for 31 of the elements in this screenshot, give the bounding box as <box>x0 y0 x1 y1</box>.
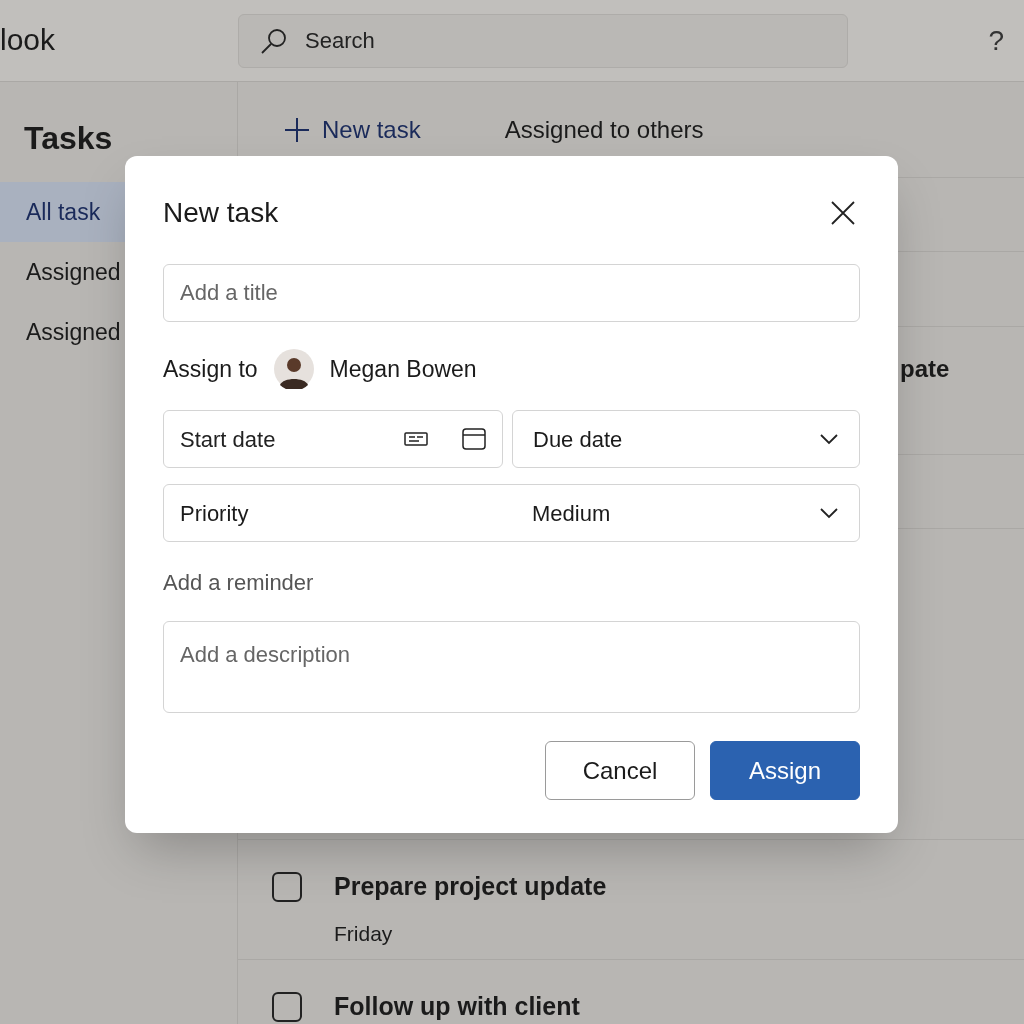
assigned-to-others-tab[interactable]: Assigned to others <box>504 111 704 148</box>
chevron-down-icon <box>819 433 839 445</box>
priority-dropdown[interactable]: Priority Medium <box>163 484 860 542</box>
assign-button[interactable]: Assign <box>710 741 860 800</box>
card-icon <box>404 432 428 446</box>
new-task-button[interactable]: New task <box>284 111 421 148</box>
chevron-down-icon <box>819 507 839 519</box>
close-icon <box>830 200 856 226</box>
due-date-dropdown[interactable]: Due date <box>512 410 860 468</box>
description-field[interactable]: Add a description <box>163 621 860 713</box>
task-title: Prepare project update <box>334 871 607 902</box>
plus-icon <box>284 116 310 143</box>
cancel-button[interactable]: Cancel <box>545 741 695 800</box>
task-title: Follow up with client <box>334 991 580 1022</box>
priority-value: Medium <box>532 499 612 528</box>
avatar-icon <box>273 349 314 389</box>
task-title: pate <box>900 355 950 382</box>
start-date-field[interactable]: Start date <box>163 410 503 468</box>
assign-label: Assign to <box>163 354 258 384</box>
checkbox[interactable] <box>272 872 302 902</box>
calendar-icon[interactable] <box>462 428 486 450</box>
task-due-date: Friday <box>334 920 394 947</box>
app-title: look <box>0 22 56 56</box>
sidebar-title: Tasks <box>23 119 114 158</box>
add-reminder-link[interactable]: Add a reminder <box>163 566 314 599</box>
title-field[interactable]: Add a title <box>163 264 860 322</box>
assignee-name[interactable]: Megan Bowen <box>329 351 477 387</box>
help-button[interactable]: ? <box>988 19 1004 62</box>
priority-label: Priority <box>180 499 250 528</box>
search-field[interactable]: Search <box>238 13 848 68</box>
checkbox[interactable] <box>272 992 302 1022</box>
